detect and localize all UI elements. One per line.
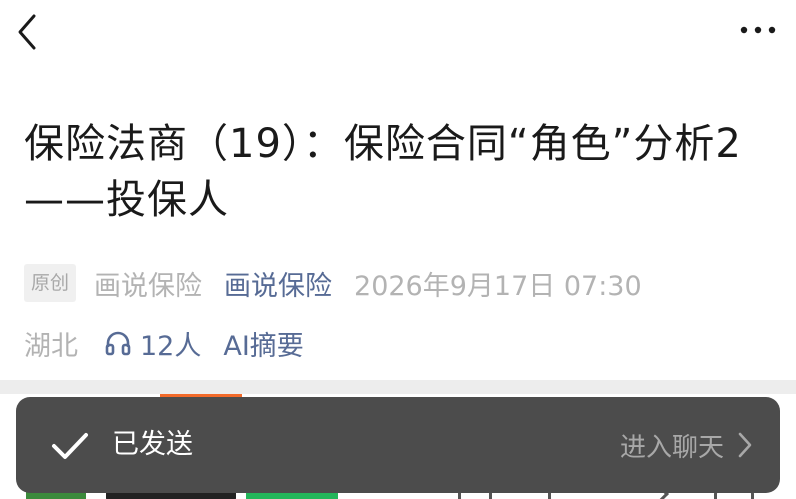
top-bar (0, 0, 796, 64)
author-name: 画说保险 (94, 270, 203, 302)
toast-message: 已发送 (112, 429, 193, 460)
section-divider (0, 380, 796, 394)
more-dots-icon[interactable] (738, 18, 778, 42)
article-title: 保险法商（19）：保险合同“角色”分析2——投保人 (24, 121, 742, 223)
enter-chat-label: 进入聊天 (619, 432, 724, 463)
publish-date: 2026年9月17日 07:30 (354, 270, 642, 302)
account-name-link[interactable]: 画说保险 (224, 264, 332, 303)
ai-summary-link[interactable]: AI摘要 (223, 324, 303, 363)
sent-toast: 已发送 进入聊天 (16, 397, 780, 493)
enter-chat-button[interactable]: 进入聊天 (620, 425, 754, 465)
region-label: 湖北 (24, 330, 78, 362)
article-meta: 原创 画说保险 画说保险 2026年9月17日 07:30 (24, 262, 642, 304)
check-icon (52, 433, 88, 459)
listener-count[interactable]: 12人 (140, 324, 201, 363)
chevron-right-icon (738, 432, 752, 458)
headphone-icon[interactable] (104, 329, 132, 357)
back-arrow-icon[interactable] (14, 12, 42, 52)
article-meta-secondary: 湖北 12人 AI摘要 (24, 322, 304, 364)
original-badge: 原创 (24, 264, 77, 302)
